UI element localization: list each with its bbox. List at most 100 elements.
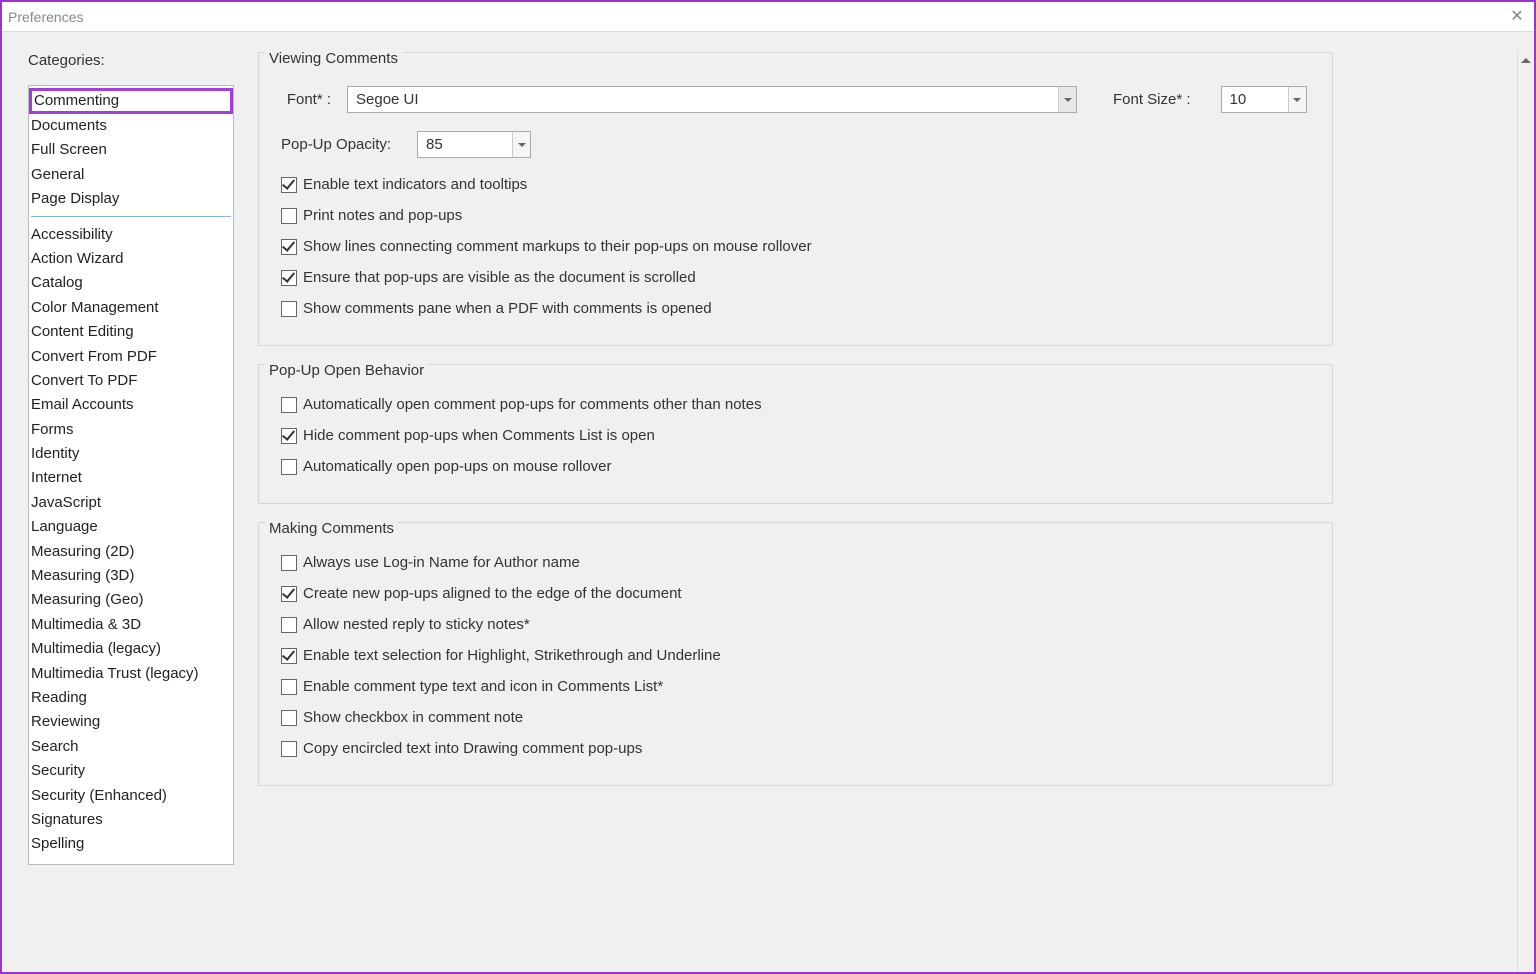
- font-label: Font* :: [281, 91, 331, 108]
- category-email-accounts[interactable]: Email Accounts: [29, 393, 233, 417]
- font-value: Segoe UI: [348, 91, 1058, 108]
- opacity-combo[interactable]: 85: [417, 131, 531, 158]
- close-icon[interactable]: ✕: [1506, 6, 1528, 26]
- checkbox-icon[interactable]: [281, 397, 297, 413]
- checkbox-label: Always use Log-in Name for Author name: [303, 554, 580, 571]
- chevron-down-icon[interactable]: [1058, 87, 1076, 112]
- checkbox-option[interactable]: Enable text indicators and tooltips: [281, 176, 1310, 193]
- checkbox-label: Print notes and pop-ups: [303, 207, 462, 224]
- checkbox-option[interactable]: Enable text selection for Highlight, Str…: [281, 647, 1310, 664]
- checkbox-icon[interactable]: [281, 208, 297, 224]
- category-measuring-geo-[interactable]: Measuring (Geo): [29, 588, 233, 612]
- checkbox-label: Allow nested reply to sticky notes*: [303, 616, 530, 633]
- checkbox-label: Show lines connecting comment markups to…: [303, 238, 812, 255]
- category-documents[interactable]: Documents: [29, 114, 233, 138]
- checkbox-label: Automatically open pop-ups on mouse roll…: [303, 458, 612, 475]
- category-multimedia-legacy-[interactable]: Multimedia (legacy): [29, 637, 233, 661]
- category-forms[interactable]: Forms: [29, 418, 233, 442]
- category-security-enhanced-[interactable]: Security (Enhanced): [29, 784, 233, 808]
- categories-label: Categories:: [28, 52, 238, 69]
- category-general[interactable]: General: [29, 163, 233, 187]
- checkbox-label: Ensure that pop-ups are visible as the d…: [303, 269, 696, 286]
- checkbox-icon[interactable]: [281, 239, 297, 255]
- checkbox-label: Show comments pane when a PDF with comme…: [303, 300, 712, 317]
- checkbox-icon[interactable]: [281, 586, 297, 602]
- category-identity[interactable]: Identity: [29, 442, 233, 466]
- category-reading[interactable]: Reading: [29, 686, 233, 710]
- category-full-screen[interactable]: Full Screen: [29, 138, 233, 162]
- checkbox-icon[interactable]: [281, 177, 297, 193]
- window-body: Categories: CommentingDocumentsFull Scre…: [2, 32, 1534, 972]
- making-comments-group: Making Comments Always use Log-in Name f…: [258, 522, 1333, 786]
- category-search[interactable]: Search: [29, 735, 233, 759]
- sidebar: Categories: CommentingDocumentsFull Scre…: [28, 52, 238, 972]
- checkbox-icon[interactable]: [281, 459, 297, 475]
- category-commenting[interactable]: Commenting: [29, 88, 233, 114]
- category-multimedia-trust-legacy-[interactable]: Multimedia Trust (legacy): [29, 662, 233, 686]
- font-combo[interactable]: Segoe UI: [347, 86, 1077, 113]
- checkbox-icon[interactable]: [281, 301, 297, 317]
- category-measuring-3d-[interactable]: Measuring (3D): [29, 564, 233, 588]
- scrollbar[interactable]: [1517, 52, 1534, 972]
- category-multimedia-3d[interactable]: Multimedia & 3D: [29, 613, 233, 637]
- preferences-window: Preferences ✕ Categories: CommentingDocu…: [0, 0, 1536, 974]
- scroll-up-icon[interactable]: [1518, 52, 1534, 69]
- category-spelling[interactable]: Spelling: [29, 832, 233, 856]
- checkbox-option[interactable]: Hide comment pop-ups when Comments List …: [281, 427, 1310, 444]
- checkbox-label: Copy encircled text into Drawing comment…: [303, 740, 642, 757]
- popup-behavior-group: Pop-Up Open Behavior Automatically open …: [258, 364, 1333, 504]
- viewing-comments-group: Viewing Comments Font* : Segoe UI Font S…: [258, 52, 1333, 346]
- checkbox-icon[interactable]: [281, 617, 297, 633]
- category-javascript[interactable]: JavaScript: [29, 491, 233, 515]
- checkbox-icon[interactable]: [281, 710, 297, 726]
- category-divider: [31, 216, 231, 217]
- fontsize-value: 10: [1222, 91, 1288, 108]
- group-legend: Pop-Up Open Behavior: [265, 362, 428, 379]
- category-page-display[interactable]: Page Display: [29, 187, 233, 211]
- checkbox-icon[interactable]: [281, 555, 297, 571]
- category-reviewing[interactable]: Reviewing: [29, 710, 233, 734]
- checkbox-option[interactable]: Copy encircled text into Drawing comment…: [281, 740, 1310, 757]
- category-action-wizard[interactable]: Action Wizard: [29, 247, 233, 271]
- category-catalog[interactable]: Catalog: [29, 271, 233, 295]
- chevron-down-icon[interactable]: [1288, 87, 1306, 112]
- categories-list[interactable]: CommentingDocumentsFull ScreenGeneralPag…: [28, 85, 234, 865]
- checkbox-label: Hide comment pop-ups when Comments List …: [303, 427, 655, 444]
- checkbox-label: Enable text indicators and tooltips: [303, 176, 527, 193]
- settings-panel: Viewing Comments Font* : Segoe UI Font S…: [238, 52, 1534, 972]
- checkbox-icon[interactable]: [281, 741, 297, 757]
- checkbox-icon[interactable]: [281, 270, 297, 286]
- checkbox-option[interactable]: Enable comment type text and icon in Com…: [281, 678, 1310, 695]
- category-color-management[interactable]: Color Management: [29, 296, 233, 320]
- checkbox-icon[interactable]: [281, 648, 297, 664]
- checkbox-icon[interactable]: [281, 679, 297, 695]
- checkbox-option[interactable]: Print notes and pop-ups: [281, 207, 1310, 224]
- group-legend: Making Comments: [265, 520, 398, 537]
- category-accessibility[interactable]: Accessibility: [29, 223, 233, 247]
- category-convert-to-pdf[interactable]: Convert To PDF: [29, 369, 233, 393]
- checkbox-option[interactable]: Show checkbox in comment note: [281, 709, 1310, 726]
- checkbox-option[interactable]: Allow nested reply to sticky notes*: [281, 616, 1310, 633]
- category-signatures[interactable]: Signatures: [29, 808, 233, 832]
- checkbox-option[interactable]: Automatically open comment pop-ups for c…: [281, 396, 1310, 413]
- titlebar: Preferences ✕: [2, 2, 1534, 32]
- checkbox-option[interactable]: Always use Log-in Name for Author name: [281, 554, 1310, 571]
- opacity-value: 85: [418, 136, 512, 153]
- category-convert-from-pdf[interactable]: Convert From PDF: [29, 345, 233, 369]
- group-legend: Viewing Comments: [265, 52, 402, 67]
- fontsize-combo[interactable]: 10: [1221, 86, 1307, 113]
- category-internet[interactable]: Internet: [29, 466, 233, 490]
- checkbox-option[interactable]: Show comments pane when a PDF with comme…: [281, 300, 1310, 317]
- category-language[interactable]: Language: [29, 515, 233, 539]
- checkbox-option[interactable]: Show lines connecting comment markups to…: [281, 238, 1310, 255]
- fontsize-label: Font Size* :: [1113, 91, 1191, 108]
- category-content-editing[interactable]: Content Editing: [29, 320, 233, 344]
- checkbox-icon[interactable]: [281, 428, 297, 444]
- checkbox-option[interactable]: Ensure that pop-ups are visible as the d…: [281, 269, 1310, 286]
- chevron-down-icon[interactable]: [512, 132, 530, 157]
- checkbox-option[interactable]: Create new pop-ups aligned to the edge o…: [281, 585, 1310, 602]
- window-title: Preferences: [8, 9, 83, 25]
- checkbox-option[interactable]: Automatically open pop-ups on mouse roll…: [281, 458, 1310, 475]
- category-security[interactable]: Security: [29, 759, 233, 783]
- category-measuring-2d-[interactable]: Measuring (2D): [29, 540, 233, 564]
